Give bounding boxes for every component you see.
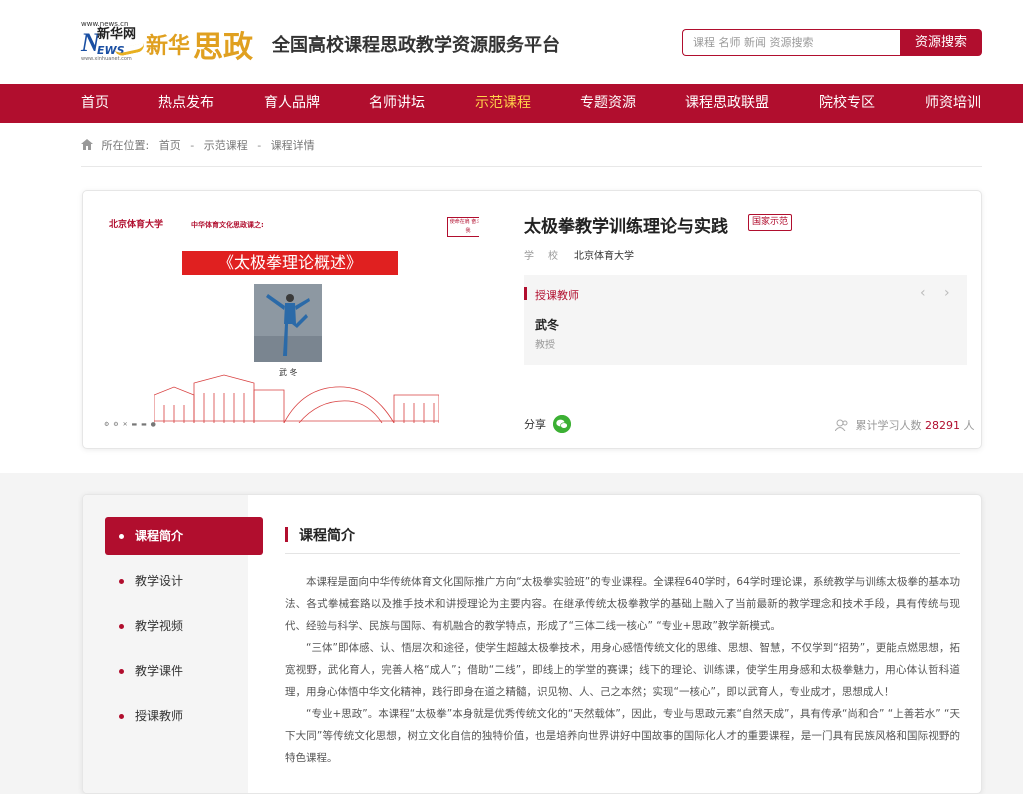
course-intro-text: 本课程是面向中华传统体育文化国际推广方向“太极拳实验班”的专业课程。全课程640… (285, 571, 960, 769)
sidebar-item-label: 教学视频 (135, 619, 184, 633)
nav-item-brand[interactable]: 育人品牌 (264, 84, 320, 123)
divider (81, 166, 982, 167)
course-title: 太极拳教学训练理论与实践 (524, 217, 728, 237)
bullet-dot (119, 714, 124, 719)
intro-paragraph: “三体”即体感、认、悟层次和途径，使学生超越太极拳技术，用身心感悟传统文化的思维… (285, 642, 960, 698)
teacher-section-label: 授课教师 (535, 289, 579, 302)
search-input[interactable] (682, 29, 902, 56)
xinhuanet-logo[interactable]: www.news.cn N 新华网 EWS www.xinhuanet.com (81, 20, 146, 62)
learners-prefix: 累计学习人数 (855, 419, 922, 432)
search-button[interactable]: 资源搜索 (900, 29, 982, 56)
teacher-panel: 授课教师 ‹ › 武冬 教授 (524, 275, 967, 365)
site-title: 全国高校课程思政教学资源服务平台 (272, 35, 560, 56)
chevron-left-icon[interactable]: ‹ (920, 285, 926, 301)
cover-series: 中华体育文化思政课之: (191, 221, 264, 229)
sidebar-item-label: 课程简介 (135, 529, 184, 543)
cover-photo (254, 284, 322, 362)
course-cover-video[interactable]: 北京体育大学 中华体育文化思政课之: 使命在肩 奋斗有我 《太极拳理论概述》 武… (99, 207, 479, 432)
sidebar-item-label: 教学课件 (135, 664, 184, 678)
learners-count: 累计学习人数 28291 人 (835, 417, 975, 433)
breadcrumb-bar: 所在位置: 首页 - 示范课程 - 课程详情 (0, 123, 1023, 173)
nav-item-topics[interactable]: 专题资源 (580, 84, 636, 123)
course-card: 北京体育大学 中华体育文化思政课之: 使命在肩 奋斗有我 《太极拳理论概述》 武… (82, 190, 982, 449)
section-bar (524, 287, 527, 300)
sidebar-item-teachers[interactable]: 授课教师 (105, 697, 263, 735)
teacher-title: 教授 (535, 340, 555, 351)
learners-unit: 人 (963, 419, 975, 432)
national-demo-badge: 国家示范 (748, 214, 793, 231)
breadcrumb-demo-course[interactable]: 示范课程 (204, 139, 248, 152)
sidebar-item-video[interactable]: 教学视频 (105, 607, 263, 645)
breadcrumb-separator: - (190, 139, 195, 152)
course-school: 学校 北京体育大学 (524, 247, 634, 262)
logo-url-bottom: www.xinhuanet.com (81, 56, 132, 62)
campus-illustration (154, 374, 439, 423)
wechat-icon[interactable] (553, 415, 571, 433)
cover-university: 北京体育大学 (109, 220, 164, 230)
nav-item-alliance[interactable]: 课程思政联盟 (685, 84, 769, 123)
logo-xinhua-text: 新华网 (97, 27, 137, 42)
breadcrumb: 所在位置: 首页 - 示范课程 - 课程详情 (81, 137, 315, 153)
divider (285, 553, 960, 554)
sidebar-item-label: 教学设计 (135, 574, 184, 588)
home-icon (81, 139, 93, 150)
intro-paragraph: “专业+思政”。本课程“太极拳”本身就是优秀传统文化的“天然载体”，因此，专业与… (285, 708, 960, 764)
logo-szheng-text: 思政 (193, 30, 253, 65)
school-label: 学校 (524, 251, 572, 262)
nav-item-demo-course[interactable]: 示范课程 (475, 84, 531, 123)
breadcrumb-prefix: 所在位置: (101, 139, 150, 152)
intro-paragraph: 本课程是面向中华传统体育文化国际推广方向“太极拳实验班”的专业课程。全课程640… (285, 576, 960, 632)
breadcrumb-separator: - (257, 139, 262, 152)
nav-item-colleges[interactable]: 院校专区 (819, 84, 875, 123)
breadcrumb-home[interactable]: 首页 (159, 139, 181, 152)
bullet-dot (119, 669, 124, 674)
nav-item-home[interactable]: 首页 (81, 84, 109, 123)
sidebar-item-label: 授课教师 (135, 709, 184, 723)
bullet-dot (119, 624, 124, 629)
main-nav: 首页 热点发布 育人品牌 名师讲坛 示范课程 专题资源 课程思政联盟 院校专区 … (0, 84, 1023, 123)
course-detail-card: 课程简介 教学设计 教学视频 教学课件 授课教师 课程简介 本课程是面向中华传统… (82, 494, 982, 794)
share-label: 分享 (524, 418, 546, 431)
sidebar-item-intro[interactable]: 课程简介 (105, 517, 263, 555)
section-bar (285, 527, 288, 542)
section-title: 课程简介 (299, 528, 355, 544)
bullet-dot (119, 579, 124, 584)
person-icon (835, 419, 848, 431)
nav-item-training[interactable]: 师资培训 (925, 84, 981, 123)
cover-banner: 《太极拳理论概述》 (182, 251, 398, 275)
chevron-right-icon[interactable]: › (944, 285, 950, 301)
cover-stamp: 使命在肩 奋斗有我 (447, 217, 479, 237)
logo-brand-text: 新华 (146, 34, 191, 59)
nav-item-hot[interactable]: 热点发布 (158, 84, 214, 123)
sidebar-item-design[interactable]: 教学设计 (105, 562, 263, 600)
breadcrumb-current: 课程详情 (270, 139, 315, 152)
sidebar-item-slides[interactable]: 教学课件 (105, 652, 263, 690)
site-header: www.news.cn N 新华网 EWS www.xinhuanet.com … (0, 0, 1023, 84)
learners-number: 28291 (925, 419, 960, 432)
school-value[interactable]: 北京体育大学 (574, 251, 634, 262)
teacher-name[interactable]: 武冬 (535, 316, 559, 333)
taichi-person-image (254, 284, 322, 362)
player-controls[interactable]: ⚙ ⚙ ✕ ▬ ▬ ● (104, 421, 157, 428)
bullet-dot (119, 534, 124, 539)
nav-item-lecture[interactable]: 名师讲坛 (369, 84, 425, 123)
search-bar: 资源搜索 (682, 29, 982, 56)
